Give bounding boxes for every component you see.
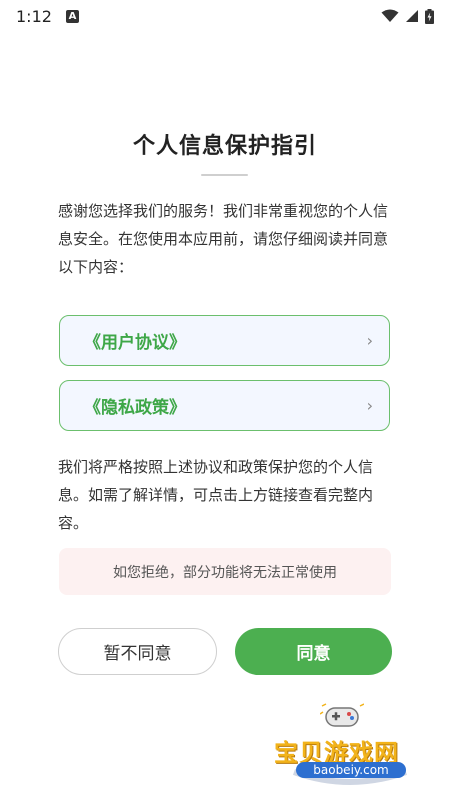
status-time: 1:12 bbox=[16, 6, 52, 26]
intro-text: 感谢您选择我们的服务！我们非常重视您的个人信息安全。在您使用本应用前，请您仔细阅… bbox=[58, 202, 389, 276]
status-bar: 1:12 A bbox=[0, 0, 450, 32]
status-right bbox=[381, 8, 434, 24]
watermark-url: baobeiy.com bbox=[296, 762, 406, 778]
decline-button[interactable]: 暂不同意 bbox=[58, 628, 217, 675]
status-left: 1:12 A bbox=[16, 7, 79, 26]
user-agreement-link[interactable]: 《用户协议》 › bbox=[59, 315, 390, 366]
refusal-warning: 如您拒绝，部分功能将无法正常使用 bbox=[59, 548, 391, 595]
signal-icon bbox=[406, 10, 418, 22]
battery-icon bbox=[425, 8, 434, 24]
page-title: 个人信息保护指引 bbox=[132, 134, 317, 159]
protection-text: 我们将严格按照上述协议和政策保护您的个人信息。如需了解详情，可点击上方链接查看完… bbox=[58, 458, 374, 532]
notification-a-icon: A bbox=[65, 9, 79, 23]
privacy-policy-link[interactable]: 《隐私政策》 › bbox=[59, 380, 390, 431]
gamepad-logo-icon bbox=[320, 703, 364, 727]
user-agreement-label: 《用户协议》 bbox=[84, 333, 186, 353]
chevron-right-icon: › bbox=[366, 331, 373, 350]
title-divider bbox=[201, 174, 248, 176]
chevron-right-icon: › bbox=[366, 396, 373, 415]
privacy-policy-label: 《隐私政策》 bbox=[84, 398, 186, 418]
wifi-icon bbox=[381, 9, 399, 22]
agree-button[interactable]: 同意 bbox=[235, 628, 392, 675]
site-watermark: 宝贝游戏网 baobeiy.com bbox=[268, 700, 418, 790]
